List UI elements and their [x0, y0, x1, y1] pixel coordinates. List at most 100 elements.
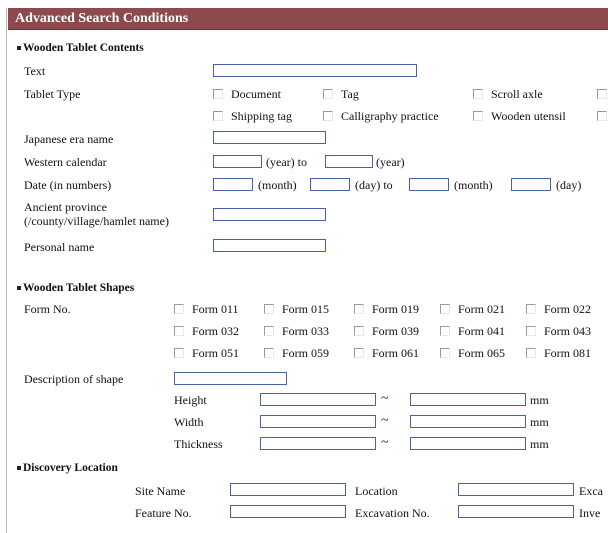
inventory-label-clipped: Inve	[579, 506, 601, 520]
section-title: Wooden Tablet Shapes	[23, 282, 135, 294]
personal-name-input[interactable]	[213, 239, 326, 252]
checkbox-more-2[interactable]	[597, 109, 608, 123]
checkbox-icon[interactable]	[264, 304, 274, 314]
checkbox-label: Wooden utensil	[491, 109, 566, 123]
province-sublabel: (/county/village/hamlet name)	[24, 214, 169, 228]
year-to-input[interactable]	[325, 155, 373, 168]
excavation-no-input[interactable]	[458, 505, 574, 518]
checkbox-form[interactable]: Form 015	[264, 302, 329, 316]
section-title: Discovery Location	[23, 462, 118, 474]
checkbox-form[interactable]: Form 019	[354, 302, 419, 316]
checkbox-icon[interactable]	[174, 348, 184, 358]
checkbox-icon[interactable]	[354, 348, 364, 358]
checkbox-label: Form 021	[458, 302, 506, 316]
description-shape-input[interactable]	[174, 372, 287, 385]
day-to-text: (day) to	[355, 178, 393, 192]
section-shapes: Wooden Tablet Shapes	[17, 282, 134, 294]
location-label: Location	[355, 484, 398, 498]
checkbox-form[interactable]: Form 021	[440, 302, 505, 316]
checkbox-icon[interactable]	[440, 326, 450, 336]
location-input[interactable]	[458, 483, 574, 496]
checkbox-icon[interactable]	[323, 111, 333, 121]
checkbox-form[interactable]: Form 061	[354, 346, 419, 360]
era-label: Japanese era name	[24, 132, 114, 146]
checkbox-icon[interactable]	[473, 89, 483, 99]
bullet-square-icon	[17, 46, 21, 51]
checkbox-icon[interactable]	[597, 89, 607, 99]
checkbox-form[interactable]: Form 059	[264, 346, 329, 360]
year-from-input[interactable]	[213, 155, 262, 168]
checkbox-label: Form 081	[544, 346, 592, 360]
height-min-input[interactable]	[260, 393, 376, 406]
checkbox-form[interactable]: Form 041	[440, 324, 505, 338]
personal-name-label: Personal name	[24, 240, 95, 254]
checkbox-icon[interactable]	[264, 326, 274, 336]
checkbox-shipping-tag[interactable]: Shipping tag	[213, 109, 292, 123]
checkbox-form[interactable]: Form 022	[526, 302, 591, 316]
checkbox-icon[interactable]	[213, 111, 223, 121]
checkbox-form[interactable]: Form 051	[174, 346, 239, 360]
checkbox-icon[interactable]	[597, 111, 607, 121]
checkbox-form[interactable]: Form 011	[174, 302, 239, 316]
day-to-input[interactable]	[511, 178, 551, 191]
year-to-text: (year) to	[266, 155, 307, 169]
checkbox-form[interactable]: Form 032	[174, 324, 239, 338]
checkbox-label: Tag	[341, 87, 359, 101]
date-numbers-label: Date (in numbers)	[24, 178, 112, 192]
site-name-input[interactable]	[230, 483, 346, 496]
checkbox-icon[interactable]	[473, 111, 483, 121]
checkbox-tag[interactable]: Tag	[323, 87, 359, 101]
checkbox-icon[interactable]	[526, 348, 536, 358]
section-title: Wooden Tablet Contents	[23, 42, 144, 54]
checkbox-label: Form 059	[282, 346, 330, 360]
bullet-square-icon	[17, 466, 21, 471]
checkbox-wooden-utensil[interactable]: Wooden utensil	[473, 109, 566, 123]
month-from-input[interactable]	[213, 178, 253, 191]
checkbox-icon[interactable]	[440, 304, 450, 314]
checkbox-form[interactable]: Form 043	[526, 324, 591, 338]
checkbox-icon[interactable]	[354, 326, 364, 336]
text-input[interactable]	[213, 64, 417, 77]
checkbox-label: Shipping tag	[231, 109, 293, 123]
panel-border	[6, 8, 7, 533]
checkbox-form[interactable]: Form 081	[526, 346, 591, 360]
section-contents: Wooden Tablet Contents	[17, 42, 144, 54]
checkbox-icon[interactable]	[354, 304, 364, 314]
checkbox-more[interactable]	[597, 87, 608, 101]
checkbox-icon[interactable]	[526, 304, 536, 314]
thickness-min-input[interactable]	[260, 437, 376, 450]
checkbox-label: Form 039	[372, 324, 420, 338]
width-label: Width	[174, 415, 204, 429]
checkbox-scroll-axle[interactable]: Scroll axle	[473, 87, 543, 101]
day-from-input[interactable]	[310, 178, 350, 191]
province-label: Ancient province	[24, 200, 107, 214]
checkbox-form[interactable]: Form 033	[264, 324, 329, 338]
checkbox-icon[interactable]	[323, 89, 333, 99]
checkbox-icon[interactable]	[213, 89, 223, 99]
checkbox-icon[interactable]	[174, 326, 184, 336]
checkbox-icon[interactable]	[264, 348, 274, 358]
month-text: (month)	[258, 178, 297, 192]
checkbox-form[interactable]: Form 065	[440, 346, 505, 360]
height-unit: mm	[530, 393, 549, 407]
height-label: Height	[174, 393, 207, 407]
checkbox-icon[interactable]	[174, 304, 184, 314]
height-max-input[interactable]	[410, 393, 526, 406]
checkbox-form[interactable]: Form 039	[354, 324, 419, 338]
era-input[interactable]	[213, 131, 326, 144]
thickness-max-input[interactable]	[410, 437, 526, 450]
text-label: Text	[24, 64, 46, 78]
width-max-input[interactable]	[410, 415, 526, 428]
feature-no-label: Feature No.	[135, 506, 192, 520]
checkbox-label: Form 033	[282, 324, 330, 338]
checkbox-icon[interactable]	[440, 348, 450, 358]
province-input[interactable]	[213, 208, 326, 221]
checkbox-document[interactable]: Document	[213, 87, 281, 101]
feature-no-input[interactable]	[230, 505, 346, 518]
width-min-input[interactable]	[260, 415, 376, 428]
checkbox-calligraphy-practice[interactable]: Calligraphy practice	[323, 109, 439, 123]
thickness-unit: mm	[530, 437, 549, 451]
excavation-label-clipped: Exca	[579, 484, 603, 498]
checkbox-icon[interactable]	[526, 326, 536, 336]
month-to-input[interactable]	[409, 178, 449, 191]
